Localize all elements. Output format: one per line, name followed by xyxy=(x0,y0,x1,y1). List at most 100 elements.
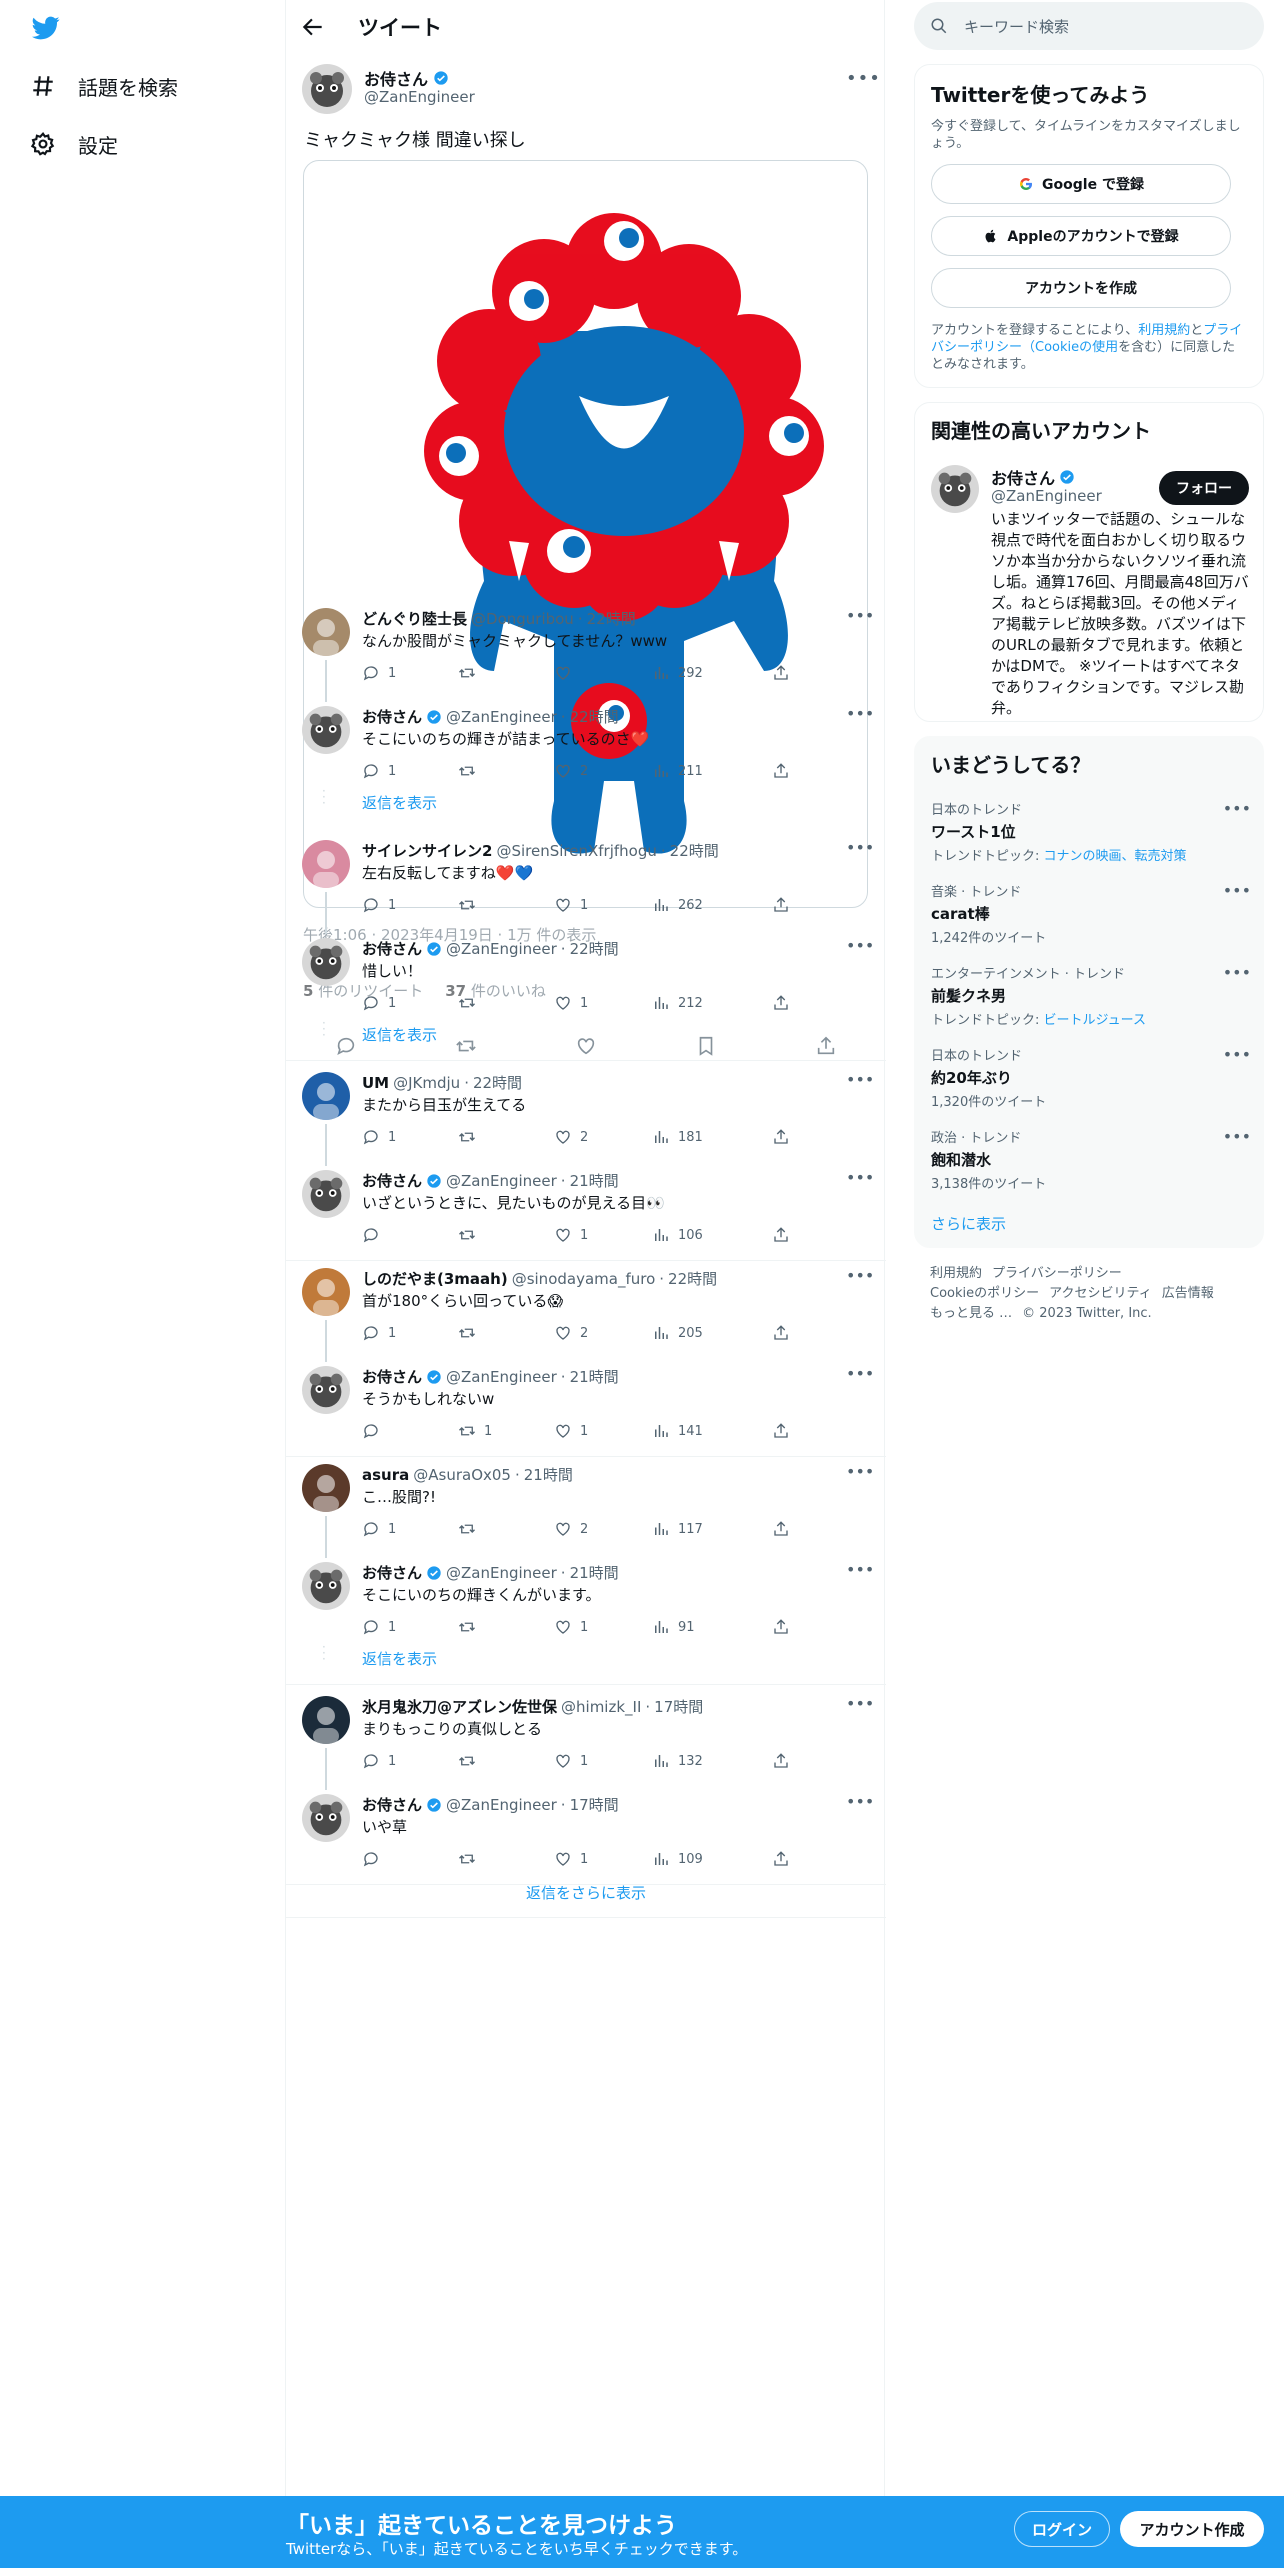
reply-author-handle[interactable]: @sinodayama_furo xyxy=(512,1270,656,1288)
reply-time[interactable]: 17時間 xyxy=(654,1696,703,1717)
avatar[interactable] xyxy=(302,1562,350,1610)
apple-signup-button[interactable]: Appleのアカウントで登録 xyxy=(931,216,1231,256)
trends-show-more-link[interactable]: さらに表示 xyxy=(931,1213,1006,1234)
views-action[interactable]: 117 xyxy=(652,1520,703,1538)
show-replies-link[interactable]: 返信を表示 xyxy=(362,792,437,813)
avatar[interactable] xyxy=(302,1072,350,1120)
avatar[interactable] xyxy=(302,938,350,986)
reply-author-name[interactable]: お侍さん xyxy=(362,1170,422,1191)
signup-button[interactable]: アカウント作成 xyxy=(1120,2511,1264,2547)
avatar[interactable] xyxy=(302,1170,350,1218)
views-action[interactable]: 109 xyxy=(652,1850,703,1868)
more-options-icon[interactable]: ••• xyxy=(846,1364,874,1383)
views-action[interactable]: 292 xyxy=(652,664,703,682)
show-more-replies-button[interactable]: 返信をさらに表示 xyxy=(286,1868,886,1918)
avatar[interactable] xyxy=(302,608,350,656)
reply-time[interactable]: 21時間 xyxy=(570,1366,619,1387)
retweet-action[interactable] xyxy=(458,1752,484,1770)
reply-tweet[interactable]: お侍さん @ZanEngineer · 22時間 ••• そこにいのちの輝きが詰まっている… xyxy=(286,698,886,796)
avatar[interactable] xyxy=(302,1366,350,1414)
footer-link[interactable]: プライバシーポリシー xyxy=(992,1266,1122,1281)
more-options-icon[interactable]: ••• xyxy=(846,68,881,89)
reply-time[interactable]: 17時間 xyxy=(570,1794,619,1815)
share-action[interactable] xyxy=(772,1226,790,1244)
trend-topic-link[interactable]: ビートルジュース xyxy=(1044,1013,1146,1028)
reply-time[interactable]: 22時間 xyxy=(570,706,619,727)
like-action[interactable]: 2 xyxy=(554,1520,588,1538)
avatar[interactable] xyxy=(302,840,350,888)
share-action[interactable] xyxy=(772,1128,790,1146)
share-action[interactable] xyxy=(772,664,790,682)
nav-explore[interactable]: 話題を検索 xyxy=(30,66,178,106)
more-options-icon[interactable]: ••• xyxy=(846,838,874,857)
avatar[interactable] xyxy=(302,64,352,114)
reply-author-name[interactable]: UM xyxy=(362,1074,389,1092)
related-name[interactable]: お侍さん xyxy=(991,465,1075,489)
like-icon[interactable] xyxy=(575,1035,597,1057)
trend-item[interactable]: 日本のトレンド 約20年ぶり 1,320件のツイート ••• xyxy=(931,1045,1251,1110)
reply-action[interactable]: 1 xyxy=(362,1520,396,1538)
trend-item[interactable]: 音楽 · トレンド carat棒 1,242件のツイート ••• xyxy=(931,881,1251,946)
avatar[interactable] xyxy=(302,1794,350,1842)
reply-author-handle[interactable]: @ZanEngineer xyxy=(446,940,557,958)
reply-action[interactable]: 1 xyxy=(362,1752,396,1770)
more-options-icon[interactable]: ••• xyxy=(846,1792,874,1811)
footer-link[interactable]: Cookieのポリシー xyxy=(930,1286,1039,1301)
more-options-icon[interactable]: ••• xyxy=(1223,1045,1251,1064)
more-options-icon[interactable]: ••• xyxy=(846,704,874,723)
reply-action[interactable] xyxy=(362,1850,388,1868)
like-action[interactable]: 1 xyxy=(554,1752,588,1770)
like-action[interactable]: 1 xyxy=(554,994,588,1012)
reply-author-handle[interactable]: @ZanEngineer xyxy=(446,1172,557,1190)
trend-topic-link[interactable]: コナンの映画、転売対策 xyxy=(1044,849,1187,864)
trend-item[interactable]: エンターテインメント · トレンド 前髪クネ男 トレンドトピック: ビートルジュース… xyxy=(931,963,1251,1028)
views-action[interactable]: 262 xyxy=(652,896,703,914)
more-options-icon[interactable]: ••• xyxy=(846,1266,874,1285)
like-action[interactable]: 2 xyxy=(554,762,588,780)
retweet-action[interactable] xyxy=(458,1520,484,1538)
share-action[interactable] xyxy=(772,1618,790,1636)
more-options-icon[interactable]: ••• xyxy=(846,606,874,625)
views-action[interactable]: 132 xyxy=(652,1752,703,1770)
retweet-icon[interactable] xyxy=(455,1035,477,1057)
retweet-action[interactable] xyxy=(458,1128,484,1146)
views-action[interactable]: 141 xyxy=(652,1422,703,1440)
views-action[interactable]: 181 xyxy=(652,1128,703,1146)
more-options-icon[interactable]: ••• xyxy=(1223,963,1251,982)
reply-tweet[interactable]: asura @AsuraOx05 · 21時間 ••• こ…股間?! 1 2 117 xyxy=(286,1456,886,1554)
retweet-action[interactable] xyxy=(458,664,484,682)
reply-time[interactable]: 21時間 xyxy=(570,1170,619,1191)
retweet-action[interactable] xyxy=(458,1324,484,1342)
reply-author-handle[interactable]: @ZanEngineer xyxy=(446,708,557,726)
reply-action[interactable]: 1 xyxy=(362,896,396,914)
like-action[interactable]: 1 xyxy=(554,1850,588,1868)
trend-item[interactable]: 政治 · トレンド 飽和潜水 3,138件のツイート ••• xyxy=(931,1127,1251,1192)
reply-author-name[interactable]: お侍さん xyxy=(362,1366,422,1387)
reply-author-handle[interactable]: @AsuraOx05 xyxy=(413,1466,511,1484)
show-replies-link[interactable]: 返信を表示 xyxy=(362,1024,437,1045)
twitter-logo-icon[interactable] xyxy=(30,14,62,42)
more-options-icon[interactable]: ••• xyxy=(846,1462,874,1481)
reply-author-name[interactable]: お侍さん xyxy=(362,1562,422,1583)
more-options-icon[interactable]: ••• xyxy=(846,1560,874,1579)
reply-author-handle[interactable]: @ZanEngineer xyxy=(446,1368,557,1386)
share-icon[interactable] xyxy=(815,1035,837,1057)
nav-settings[interactable]: 設定 xyxy=(30,124,118,164)
reply-action[interactable] xyxy=(362,1422,388,1440)
trend-item[interactable]: 日本のトレンド ワースト1位 トレンドトピック: コナンの映画、転売対策 ••• xyxy=(931,799,1251,864)
reply-time[interactable]: 22時間 xyxy=(570,938,619,959)
avatar[interactable] xyxy=(302,1464,350,1512)
share-action[interactable] xyxy=(772,1752,790,1770)
reply-author-handle[interactable]: @ZanEngineer xyxy=(446,1564,557,1582)
reply-action[interactable] xyxy=(362,1226,388,1244)
like-action[interactable]: 2 xyxy=(554,1128,588,1146)
retweet-action[interactable] xyxy=(458,762,484,780)
reply-author-handle[interactable]: @himizk_II xyxy=(561,1698,641,1716)
like-action[interactable]: 1 xyxy=(554,1226,588,1244)
search-box[interactable]: キーワード検索 xyxy=(914,2,1264,50)
reply-author-name[interactable]: お侍さん xyxy=(362,706,422,727)
bookmark-icon[interactable] xyxy=(695,1035,717,1057)
reply-time[interactable]: 21時間 xyxy=(524,1464,573,1485)
like-action[interactable] xyxy=(554,664,580,682)
footer-link[interactable]: もっと見る … xyxy=(930,1306,1012,1321)
